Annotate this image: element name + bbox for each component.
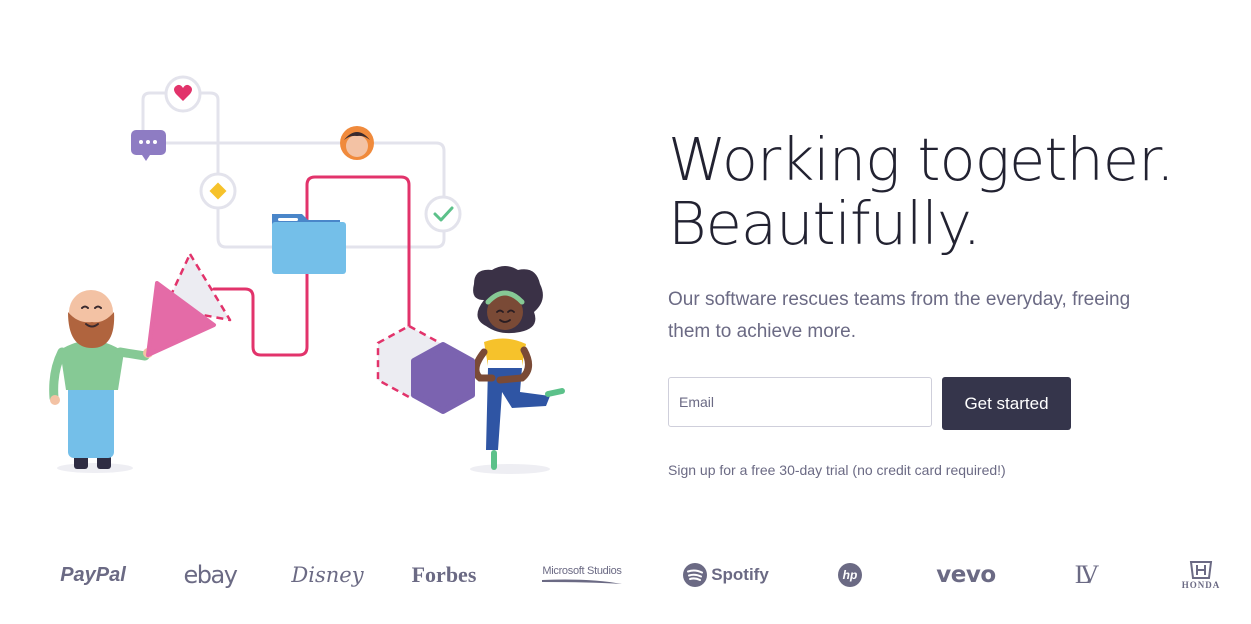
hero-text: Working together. Beautifully. Our softw… <box>668 128 1228 348</box>
hero-subtext: Our software rescues teams from the ever… <box>668 289 1131 342</box>
folder-icon <box>272 214 346 274</box>
woman-character-illustration <box>470 266 565 474</box>
honda-logo: HONDA <box>1172 540 1230 610</box>
ebay-logo: ebay <box>183 561 238 589</box>
disney-logo: Disney <box>291 563 364 587</box>
signup-form: Get started <box>668 377 1071 430</box>
customer-logo-bar: PayPal ebay Disney Forbes Microsoft Stud… <box>0 540 1251 610</box>
check-bubble-icon <box>424 195 462 233</box>
forbes-logo: Forbes <box>411 562 477 587</box>
headline: Working together. Beautifully. <box>668 128 1228 256</box>
headline-line-1: Working together. <box>668 125 1175 194</box>
headline-line-2: Beautifully. <box>668 189 981 258</box>
spotify-icon <box>683 563 708 587</box>
trial-note: Sign up for a free 30-day trial (no cred… <box>668 462 1006 478</box>
heart-bubble-icon <box>164 75 202 113</box>
user-avatar-icon <box>340 126 374 160</box>
honda-emblem-icon <box>1189 561 1213 579</box>
diamond-bubble-icon <box>199 172 237 210</box>
paypal-logo: PayPal <box>60 563 126 586</box>
hero-illustration <box>49 75 565 474</box>
louis-vuitton-logo: LV <box>1074 560 1099 589</box>
man-character-illustration <box>49 290 153 473</box>
purple-hexagon-shape <box>411 342 475 414</box>
vevo-logo: vevo <box>936 562 996 588</box>
get-started-button[interactable]: Get started <box>942 377 1071 430</box>
email-input[interactable] <box>668 377 932 427</box>
swoosh-icon <box>542 579 622 584</box>
microsoft-studios-logo: Microsoft Studios <box>538 540 626 610</box>
spotify-logo: Spotify <box>682 540 770 610</box>
chat-bubble-icon <box>131 130 166 161</box>
hp-logo: hp <box>836 540 864 610</box>
